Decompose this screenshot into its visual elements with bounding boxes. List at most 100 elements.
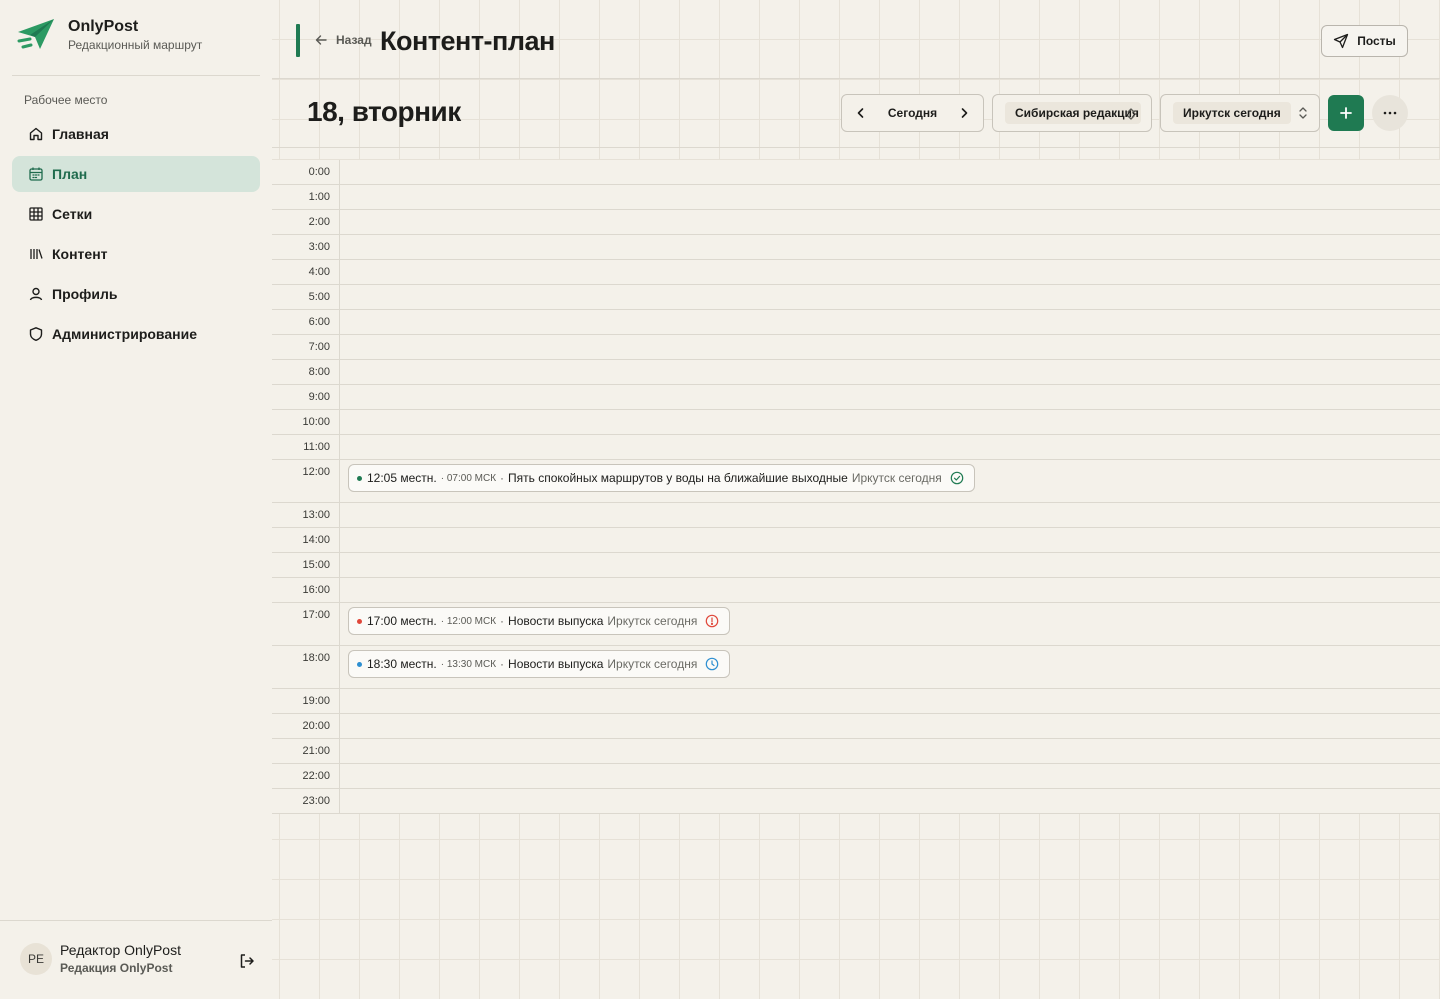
page-title: Контент-план xyxy=(380,26,555,56)
brand[interactable]: OnlyPost Редакционный маршрут xyxy=(16,16,202,52)
send-icon xyxy=(1334,33,1349,49)
hour-label: 15:00 xyxy=(272,553,340,577)
event-title: Новости выпуска xyxy=(508,614,604,628)
hour-row[interactable]: 3:00 xyxy=(272,235,1440,260)
hour-row[interactable]: 0:00 xyxy=(272,160,1440,185)
hour-label: 5:00 xyxy=(272,285,340,309)
sidebar-item-label: Сетки xyxy=(52,206,93,222)
sidebar-item-label: Профиль xyxy=(52,286,118,302)
channel-select[interactable]: Иркутск сегодня xyxy=(1160,94,1320,132)
sidebar-item-grids[interactable]: Сетки xyxy=(12,196,260,232)
hour-row[interactable]: 5:00 xyxy=(272,285,1440,310)
event-card[interactable]: 17:00 местн. · 12:00 МСК · Новости выпуска И… xyxy=(348,607,731,635)
posts-label: Посты xyxy=(1357,34,1396,48)
hour-row[interactable]: 10:00 xyxy=(272,410,1440,435)
hour-row[interactable]: 17:00 17:00 местн. · 12:00 МСК · Новости вып… xyxy=(272,603,1440,646)
hour-slot[interactable] xyxy=(340,385,1440,409)
user-icon xyxy=(28,286,44,302)
hour-slot[interactable]: 17:00 местн. · 12:00 МСК · Новости выпуска И… xyxy=(340,603,1440,645)
hour-row[interactable]: 14:00 xyxy=(272,528,1440,553)
hour-slot[interactable] xyxy=(340,310,1440,334)
separator: · xyxy=(500,657,505,671)
divider xyxy=(272,147,1440,148)
hour-slot[interactable]: 18:30 местн. · 13:30 МСК · Новости выпуска И… xyxy=(340,646,1440,688)
hour-slot[interactable] xyxy=(340,260,1440,284)
sidebar-item-admin[interactable]: Администрирование xyxy=(12,316,260,352)
hour-row[interactable]: 23:00 xyxy=(272,789,1440,814)
hour-row[interactable]: 15:00 xyxy=(272,553,1440,578)
hour-slot[interactable] xyxy=(340,764,1440,788)
library-icon xyxy=(28,246,44,262)
hour-row[interactable]: 13:00 xyxy=(272,503,1440,528)
chevron-left-icon[interactable] xyxy=(854,106,868,120)
hour-slot[interactable] xyxy=(340,210,1440,234)
hour-slot[interactable] xyxy=(340,435,1440,459)
hour-row[interactable]: 9:00 xyxy=(272,385,1440,410)
event-msk-time: · 13:30 МСК xyxy=(440,658,497,670)
hour-slot[interactable] xyxy=(340,185,1440,209)
hour-row[interactable]: 6:00 xyxy=(272,310,1440,335)
hour-row[interactable]: 21:00 xyxy=(272,739,1440,764)
hour-row[interactable]: 4:00 xyxy=(272,260,1440,285)
sidebar-item-label: План xyxy=(52,166,88,182)
sidebar-item-home[interactable]: Главная xyxy=(12,116,260,152)
hour-row[interactable]: 19:00 xyxy=(272,689,1440,714)
hour-slot[interactable]: 12:05 местн. · 07:00 МСК · Пять спокойных м… xyxy=(340,460,1440,502)
hour-slot[interactable] xyxy=(340,578,1440,602)
hour-row[interactable]: 2:00 xyxy=(272,210,1440,235)
hour-row[interactable]: 8:00 xyxy=(272,360,1440,385)
more-options-button[interactable] xyxy=(1372,95,1408,131)
event-card[interactable]: 12:05 местн. · 07:00 МСК · Пять спокойных м… xyxy=(348,464,975,492)
hour-row[interactable]: 16:00 xyxy=(272,578,1440,603)
hour-slot[interactable] xyxy=(340,553,1440,577)
hour-slot[interactable] xyxy=(340,689,1440,713)
home-icon xyxy=(28,126,44,142)
grid-icon xyxy=(28,206,44,222)
chevron-right-icon[interactable] xyxy=(957,106,971,120)
hour-row[interactable]: 7:00 xyxy=(272,335,1440,360)
avatar[interactable]: PE xyxy=(20,942,52,975)
posts-button[interactable]: Посты xyxy=(1321,25,1408,57)
hour-label: 13:00 xyxy=(272,503,340,527)
calendar-icon xyxy=(28,166,44,182)
event-card[interactable]: 18:30 местн. · 13:30 МСК · Новости выпуска И… xyxy=(348,650,731,678)
sidebar-item-label: Главная xyxy=(52,126,109,142)
hour-slot[interactable] xyxy=(340,410,1440,434)
hour-slot[interactable] xyxy=(340,360,1440,384)
hour-slot[interactable] xyxy=(340,160,1440,184)
hour-slot[interactable] xyxy=(340,285,1440,309)
hour-slot[interactable] xyxy=(340,789,1440,813)
hour-slot[interactable] xyxy=(340,503,1440,527)
hour-label: 6:00 xyxy=(272,310,340,334)
arrow-left-icon xyxy=(315,35,327,45)
paper-plane-logo-icon xyxy=(17,19,54,49)
event-local-time: 12:05 местн. xyxy=(367,471,437,485)
sidebar-item-plan[interactable]: План xyxy=(12,156,260,192)
status-dot xyxy=(357,475,362,481)
logout-icon[interactable] xyxy=(238,952,256,970)
hour-row[interactable]: 11:00 xyxy=(272,435,1440,460)
status-dot xyxy=(357,618,362,624)
hour-slot[interactable] xyxy=(340,714,1440,738)
date-navigator: Сегодня xyxy=(841,94,984,132)
hour-slot[interactable] xyxy=(340,235,1440,259)
hour-slot[interactable] xyxy=(340,335,1440,359)
day-timeline: 0:00 1:00 2:00 3:00 4:00 5:00 6:00 7:00 8:00 9:00… xyxy=(272,160,1440,814)
hour-slot[interactable] xyxy=(340,739,1440,763)
back-button[interactable]: Назад xyxy=(314,33,372,47)
hour-row[interactable]: 22:00 xyxy=(272,764,1440,789)
sidebar-item-profile[interactable]: Профиль xyxy=(12,276,260,312)
today-button[interactable]: Сегодня xyxy=(888,106,937,120)
add-post-button[interactable] xyxy=(1328,95,1364,131)
editorial-select[interactable]: Сибирская редакция xyxy=(992,94,1152,132)
hour-label: 0:00 xyxy=(272,160,340,184)
sidebar-item-content[interactable]: Контент xyxy=(12,236,260,272)
hour-label: 2:00 xyxy=(272,210,340,234)
hour-row[interactable]: 18:00 18:30 местн. · 13:30 МСК · Новости вып… xyxy=(272,646,1440,689)
hour-slot[interactable] xyxy=(340,528,1440,552)
hour-row[interactable]: 20:00 xyxy=(272,714,1440,739)
hour-row[interactable]: 1:00 xyxy=(272,185,1440,210)
sidebar: OnlyPost Редакционный маршрут Рабочее ме… xyxy=(0,0,272,999)
hour-row[interactable]: 12:00 12:05 местн. · 07:00 МСК · Пять спокой… xyxy=(272,460,1440,503)
hour-label: 19:00 xyxy=(272,689,340,713)
